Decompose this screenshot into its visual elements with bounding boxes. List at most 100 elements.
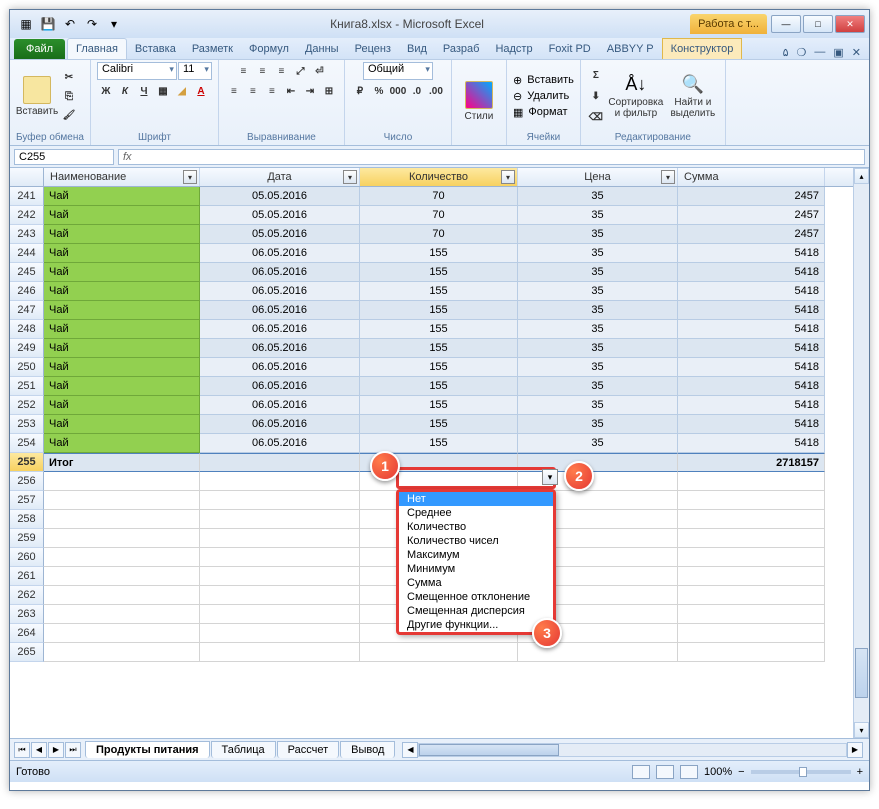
dd-option-min[interactable]: Минимум [399, 562, 553, 576]
cell[interactable]: 155 [360, 320, 518, 339]
sheet-tab-output[interactable]: Вывод [340, 741, 395, 758]
cell[interactable] [678, 624, 825, 643]
cell[interactable]: 05.05.2016 [200, 187, 360, 206]
dd-option-max[interactable]: Максимум [399, 548, 553, 562]
cell[interactable]: 5418 [678, 282, 825, 301]
cell[interactable]: 35 [518, 339, 678, 358]
cell[interactable]: 5418 [678, 301, 825, 320]
format-painter-icon[interactable]: 🖌 [60, 106, 78, 124]
cell[interactable] [44, 643, 200, 662]
align-right-icon[interactable]: ≡ [263, 82, 281, 100]
cell[interactable]: Чай [44, 320, 200, 339]
cell[interactable] [200, 529, 360, 548]
dd-option-countnum[interactable]: Количество чисел [399, 534, 553, 548]
row-header[interactable]: 246 [10, 282, 44, 301]
cell[interactable]: 06.05.2016 [200, 301, 360, 320]
tab-layout[interactable]: Разметк [184, 39, 241, 59]
cell[interactable]: 06.05.2016 [200, 339, 360, 358]
table-row[interactable]: 249 Чай 06.05.2016 155 35 5418 [10, 339, 869, 358]
row-header[interactable]: 259 [10, 529, 44, 548]
tab-addins[interactable]: Надстр [487, 39, 540, 59]
table-row[interactable]: 242 Чай 05.05.2016 70 35 2457 [10, 206, 869, 225]
align-center-icon[interactable]: ≡ [244, 82, 262, 100]
cell[interactable] [360, 643, 518, 662]
row-header[interactable]: 249 [10, 339, 44, 358]
bold-button[interactable]: Ж [97, 82, 115, 100]
row-header[interactable]: 262 [10, 586, 44, 605]
empty-row[interactable]: 265 [10, 643, 869, 662]
cell[interactable]: 155 [360, 415, 518, 434]
cell[interactable]: Чай [44, 396, 200, 415]
paste-button[interactable]: Вставить [16, 65, 58, 127]
cells-format-icon[interactable]: ▦ [513, 106, 523, 119]
cell[interactable]: Чай [44, 339, 200, 358]
cell[interactable]: Чай [44, 377, 200, 396]
row-header[interactable]: 252 [10, 396, 44, 415]
cell[interactable]: 35 [518, 301, 678, 320]
cell[interactable] [200, 624, 360, 643]
cell[interactable]: 5418 [678, 339, 825, 358]
row-header[interactable]: 247 [10, 301, 44, 320]
cell[interactable]: 5418 [678, 358, 825, 377]
total-label-cell[interactable]: Итог [44, 453, 200, 472]
table-row[interactable]: 247 Чай 06.05.2016 155 35 5418 [10, 301, 869, 320]
doc-close-icon[interactable]: ✕ [852, 46, 861, 59]
tab-view[interactable]: Вид [399, 39, 435, 59]
align-bottom-icon[interactable]: ≡ [272, 62, 290, 80]
cell[interactable]: 35 [518, 187, 678, 206]
cell[interactable]: Чай [44, 282, 200, 301]
tab-formulas[interactable]: Формул [241, 39, 297, 59]
table-row[interactable]: 253 Чай 06.05.2016 155 35 5418 [10, 415, 869, 434]
cell[interactable] [44, 567, 200, 586]
table-row[interactable]: 251 Чай 06.05.2016 155 35 5418 [10, 377, 869, 396]
cell[interactable] [44, 510, 200, 529]
cell[interactable] [200, 605, 360, 624]
cell[interactable] [200, 548, 360, 567]
font-color-button[interactable]: A [192, 82, 210, 100]
view-layout-icon[interactable] [656, 765, 674, 779]
cell[interactable]: 05.05.2016 [200, 225, 360, 244]
help-icon[interactable]: ❍ [797, 46, 807, 59]
dd-option-count[interactable]: Количество [399, 520, 553, 534]
row-header[interactable]: 257 [10, 491, 44, 510]
view-normal-icon[interactable] [632, 765, 650, 779]
cell[interactable]: 155 [360, 358, 518, 377]
dd-option-none[interactable]: Нет [399, 492, 553, 506]
zoom-slider[interactable] [751, 770, 851, 774]
sheet-tab-table[interactable]: Таблица [211, 741, 276, 758]
row-header[interactable]: 248 [10, 320, 44, 339]
cell[interactable] [44, 529, 200, 548]
cells-insert-icon[interactable]: ⊕ [513, 74, 522, 87]
merge-icon[interactable]: ⊞ [320, 82, 338, 100]
cell[interactable]: 5418 [678, 377, 825, 396]
cell[interactable] [678, 529, 825, 548]
number-format-combo[interactable]: Общий [363, 62, 433, 80]
cell[interactable]: 155 [360, 339, 518, 358]
name-box[interactable]: C255 [14, 149, 114, 165]
find-select-button[interactable]: 🔍 Найти и выделить [667, 65, 719, 127]
tab-abbyy[interactable]: ABBYY P [599, 39, 662, 59]
decrease-decimal-icon[interactable]: .00 [427, 82, 445, 100]
zoom-in-button[interactable]: + [857, 766, 863, 778]
hscroll-left[interactable]: ◀ [402, 742, 418, 758]
wrap-text-icon[interactable]: ⏎ [310, 62, 328, 80]
scroll-down-icon[interactable]: ▾ [854, 722, 869, 738]
col-header-a[interactable]: Наименование▾ [44, 168, 200, 186]
currency-icon[interactable]: ₽ [351, 82, 369, 100]
sheet-tab-products[interactable]: Продукты питания [85, 741, 210, 758]
row-header[interactable]: 260 [10, 548, 44, 567]
tab-developer[interactable]: Разраб [435, 39, 488, 59]
sheet-nav-next[interactable]: ▶ [48, 742, 64, 758]
col-header-c[interactable]: Количество▾ [360, 168, 518, 186]
table-row[interactable]: 252 Чай 06.05.2016 155 35 5418 [10, 396, 869, 415]
row-header[interactable]: 251 [10, 377, 44, 396]
table-row[interactable]: 250 Чай 06.05.2016 155 35 5418 [10, 358, 869, 377]
vertical-scrollbar[interactable]: ▴ ▾ [853, 168, 869, 738]
cell[interactable] [678, 586, 825, 605]
hscroll-right[interactable]: ▶ [847, 742, 863, 758]
dd-option-more[interactable]: Другие функции... [399, 618, 553, 632]
clear-icon[interactable]: ⌫ [587, 108, 605, 126]
qat-dropdown-icon[interactable]: ▾ [104, 14, 124, 34]
cell[interactable]: Чай [44, 187, 200, 206]
align-middle-icon[interactable]: ≡ [253, 62, 271, 80]
